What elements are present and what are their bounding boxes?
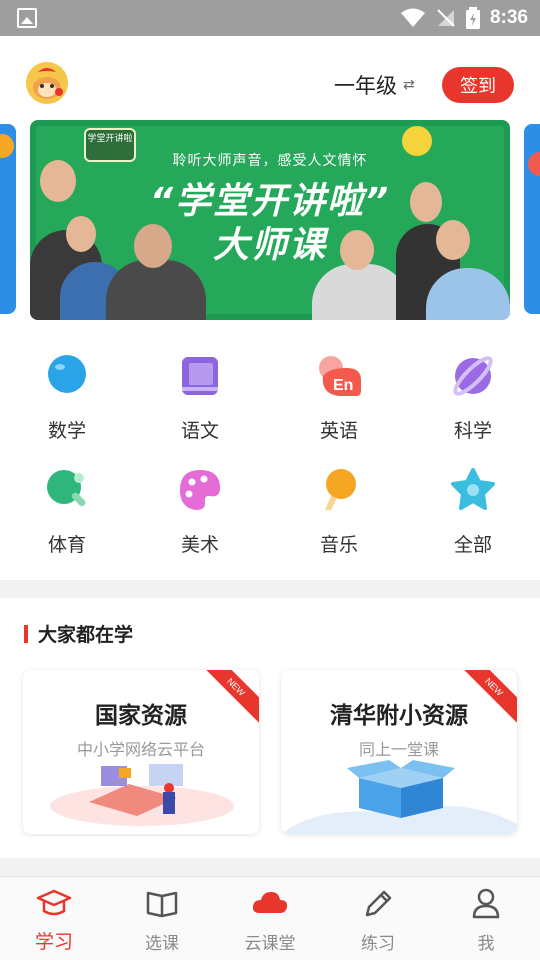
national-resources-card[interactable]: NEW 国家资源 中小学网络云平台 xyxy=(23,670,259,834)
category-art[interactable]: 美术 xyxy=(155,468,245,557)
banner-subtitle: 聆听大师声音，感受人文情怀 xyxy=(172,153,368,169)
status-bar: 8:36 xyxy=(0,0,540,36)
category-music[interactable]: 音乐 xyxy=(294,468,384,557)
popular-section: 大家都在学 NEW 国家资源 中小学网络云平台 NEW 清华附小资源 同上一堂课 xyxy=(0,598,540,858)
banner-carousel[interactable]: 学堂开讲啦 聆听大师声音，感受人文情怀 “学堂开讲啦” 大师课 xyxy=(30,120,510,320)
switch-icon: ⇄ xyxy=(403,77,415,93)
planet-icon xyxy=(453,356,493,396)
category-label: 语文 xyxy=(180,420,219,442)
signin-button[interactable]: 签到 xyxy=(442,67,514,103)
nav-label: 选课 xyxy=(145,934,179,954)
category-pe[interactable]: 体育 xyxy=(22,468,112,557)
monkey-avatar-icon xyxy=(26,62,68,104)
nav-label: 练习 xyxy=(361,934,395,954)
pingpong-icon xyxy=(47,470,86,507)
book-icon xyxy=(182,357,218,395)
bottom-nav: 学习 选课 云课堂 练习 我 xyxy=(0,877,540,960)
image-notification-icon xyxy=(17,8,37,28)
category-label: 数学 xyxy=(47,420,86,442)
category-label: 科学 xyxy=(453,420,492,442)
category-label: 英语 xyxy=(319,420,358,442)
card-title: 国家资源 xyxy=(95,703,187,729)
avatar[interactable] xyxy=(26,62,68,104)
category-label: 美术 xyxy=(180,534,219,556)
card-subtitle: 中小学网络云平台 xyxy=(76,740,205,759)
open-book-icon xyxy=(146,891,178,918)
tsinghua-resources-card[interactable]: NEW 清华附小资源 同上一堂课 xyxy=(281,670,517,834)
grade-label: 一年级 xyxy=(334,74,397,98)
clock: 8:36 xyxy=(489,7,528,28)
online-learning-illustration xyxy=(50,764,234,826)
carousel-prev-slide[interactable] xyxy=(0,124,16,314)
person-icon xyxy=(472,888,500,919)
section-accent-bar xyxy=(24,624,28,643)
battery-icon xyxy=(465,7,480,29)
category-science[interactable]: 科学 xyxy=(428,354,518,443)
category-chinese[interactable]: 语文 xyxy=(155,354,245,443)
category-all[interactable]: 全部 xyxy=(428,468,518,557)
nav-me[interactable]: 我 xyxy=(432,877,540,960)
en-bubble-icon: En xyxy=(319,356,361,396)
pencil-icon xyxy=(365,890,392,917)
svg-text:En: En xyxy=(333,377,353,394)
category-english[interactable]: En 英语 xyxy=(294,354,384,443)
balloon-icon xyxy=(48,355,86,393)
section-title: 大家都在学 xyxy=(38,624,134,646)
carousel-next-slide[interactable] xyxy=(524,124,540,314)
section-header: 大家都在学 xyxy=(24,620,133,647)
no-signal-icon xyxy=(437,9,455,27)
category-label: 音乐 xyxy=(319,534,358,556)
palette-icon xyxy=(180,470,220,510)
category-math[interactable]: 数学 xyxy=(22,354,112,443)
category-label: 体育 xyxy=(47,534,86,556)
grade-selector[interactable]: 一年级 ⇄ xyxy=(334,70,415,100)
category-label: 全部 xyxy=(453,534,492,556)
star-icon xyxy=(451,468,495,510)
mortarboard-icon xyxy=(36,889,72,916)
nav-practice[interactable]: 练习 xyxy=(324,877,432,960)
microphone-icon xyxy=(325,469,356,510)
home-content: 一年级 ⇄ 签到 学堂开讲啦 聆听大师声音，感受人文情怀 “学堂开讲啦” 大师课 xyxy=(0,36,540,580)
nav-label: 我 xyxy=(477,934,495,954)
nav-label: 云课堂 xyxy=(244,934,296,954)
card-title: 清华附小资源 xyxy=(330,703,468,729)
cloud-icon xyxy=(252,892,288,913)
nav-label: 学习 xyxy=(34,931,73,953)
nav-study[interactable]: 学习 xyxy=(0,877,108,960)
wifi-icon xyxy=(400,8,425,27)
nav-courses[interactable]: 选课 xyxy=(108,877,216,960)
nav-cloud-class[interactable]: 云课堂 xyxy=(216,877,324,960)
blue-box-illustration xyxy=(281,760,517,834)
